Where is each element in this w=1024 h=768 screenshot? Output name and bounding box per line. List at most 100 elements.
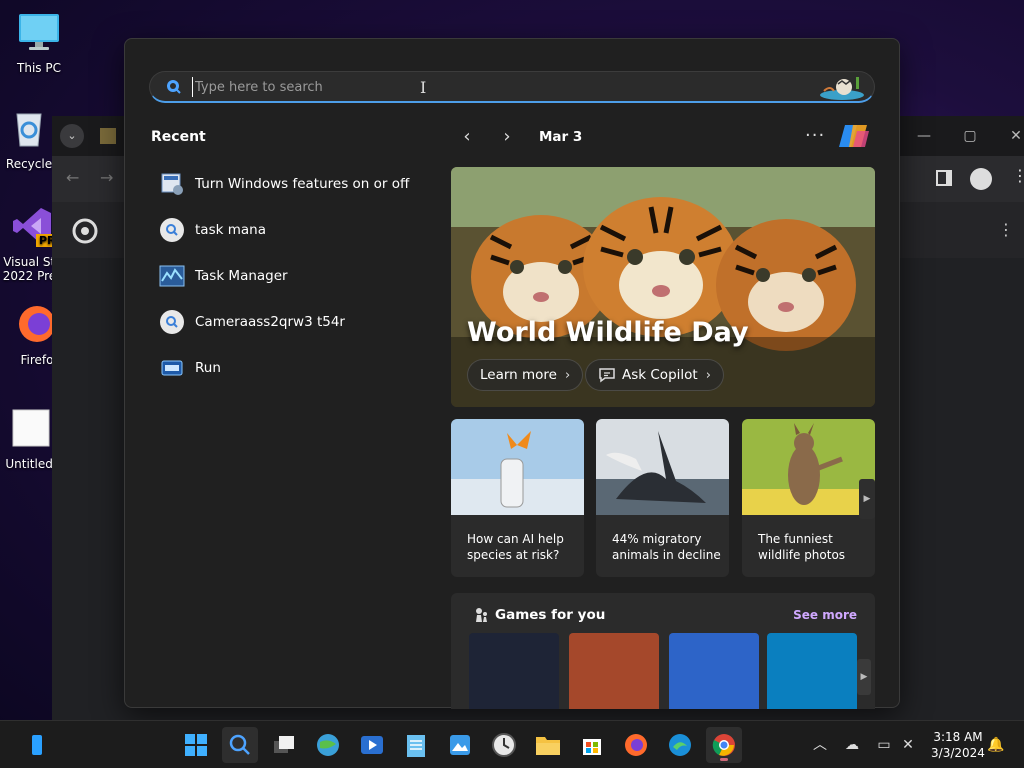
search-icon [159, 217, 185, 243]
ask-copilot-button[interactable]: Ask Copilot › [585, 359, 724, 391]
cards-next-button[interactable]: ▶ [859, 479, 875, 519]
story-caption: The funniest wildlife photos [758, 532, 846, 562]
chevron-right-icon: › [705, 367, 711, 383]
back-arrow-icon[interactable]: ← [66, 168, 79, 187]
windows-logo-icon [185, 734, 207, 756]
chrome-logo-icon [72, 218, 98, 244]
running-indicator [720, 758, 728, 761]
game-tile[interactable] [669, 633, 759, 709]
menu-kebab-icon[interactable]: ⋮ [1012, 166, 1024, 185]
globe-app-icon [317, 734, 339, 756]
ask-copilot-label: Ask Copilot [622, 367, 698, 383]
search-icon [167, 80, 181, 94]
highlights-date: Mar 3 [539, 129, 583, 145]
windows-search-panel: I Recent Turn Windows features on or off [124, 38, 900, 709]
side-panel-icon[interactable] [936, 170, 952, 186]
profile-icon[interactable] [970, 168, 992, 190]
highlights-date-nav: ‹ › Mar 3 [455, 125, 582, 149]
butterfly-robot-image [451, 419, 584, 515]
store-icon [583, 739, 601, 755]
recent-item-task-mana[interactable]: task mana [159, 207, 419, 253]
taskbar-app-explorer-globe[interactable] [310, 727, 346, 763]
task-manager-icon [159, 263, 185, 289]
tab-search-button[interactable]: ⌄ [60, 124, 84, 148]
recent-section-title: Recent [151, 129, 206, 145]
next-day-button[interactable]: › [495, 125, 519, 149]
notepad-icon [407, 735, 425, 757]
firefox-icon [625, 734, 647, 756]
document-icon [12, 409, 50, 447]
clock-icon [492, 733, 516, 757]
widgets-icon[interactable] [32, 735, 42, 755]
chess-piece-icon [476, 608, 487, 622]
system-clock[interactable]: 3:18 AM 3/3/2024 [924, 729, 992, 761]
recent-item-run[interactable]: Run [159, 345, 419, 391]
story-caption: How can AI help species at risk? [467, 532, 564, 562]
recent-item-label: Task Manager [195, 268, 288, 284]
recent-item-cameraass[interactable]: Cameraass2qrw3 t54r [159, 299, 419, 345]
game-tile[interactable] [767, 633, 857, 709]
chevron-right-icon: › [565, 367, 571, 383]
chat-bubble-icon [599, 368, 615, 383]
search-box[interactable]: I [149, 71, 875, 103]
whale-breach-image [596, 419, 729, 515]
start-button[interactable] [178, 727, 214, 763]
run-icon [159, 355, 185, 381]
taskbar-app-photos[interactable] [442, 727, 478, 763]
games-section: Games for you See more ▶ [451, 593, 875, 709]
story-card-funniest-photos[interactable]: The funniest wildlife photos [742, 419, 875, 577]
recent-item-label: Run [195, 360, 221, 376]
kangaroo-image [742, 419, 875, 515]
maximize-button[interactable]: ▢ [958, 124, 982, 148]
recent-item-windows-features[interactable]: Turn Windows features on or off [159, 161, 419, 207]
volume-muted-icon[interactable]: ✕ [898, 735, 918, 755]
task-view-button[interactable] [266, 727, 302, 763]
show-hidden-icons-chevron-up-icon[interactable]: ︿ [810, 735, 830, 755]
recent-list: Turn Windows features on or off task man… [159, 161, 419, 391]
taskbar-app-media-player[interactable] [354, 727, 390, 763]
taskbar-app-firefox[interactable] [618, 727, 654, 763]
story-card-ai-species[interactable]: How can AI help species at risk? [451, 419, 584, 577]
copilot-logo-icon[interactable] [837, 121, 871, 151]
taskbar-app-chrome[interactable] [706, 727, 742, 763]
chrome-icon [712, 734, 735, 756]
recent-item-label: Cameraass2qrw3 t54r [195, 314, 345, 330]
page-menu-kebab-icon[interactable]: ⋮ [998, 220, 1014, 239]
taskbar-app-edge[interactable] [662, 727, 698, 763]
game-tile[interactable] [569, 633, 659, 709]
clock-time: 3:18 AM [933, 730, 983, 744]
media-player-icon [361, 736, 383, 754]
previous-day-button[interactable]: ‹ [455, 125, 479, 149]
story-card-migratory[interactable]: 44% migratory animals in decline [596, 419, 729, 577]
recycle-bin-icon [16, 113, 42, 147]
learn-more-button[interactable]: Learn more › [467, 359, 584, 391]
taskbar-app-clock[interactable] [486, 727, 522, 763]
notification-bell-icon[interactable]: 🔔 [986, 735, 1006, 755]
story-caption: 44% migratory animals in decline [612, 532, 721, 562]
taskbar-app-file-explorer[interactable] [530, 727, 566, 763]
onedrive-icon[interactable]: ☁ [842, 735, 862, 755]
taskbar-search-button[interactable] [222, 727, 258, 763]
learn-more-label: Learn more [480, 367, 557, 383]
text-cursor-icon: I [420, 78, 427, 97]
minimize-button[interactable]: — [912, 124, 936, 148]
bing-daily-art-icon[interactable] [818, 75, 866, 101]
taskbar-app-notepad[interactable] [398, 727, 434, 763]
see-more-link[interactable]: See more [793, 608, 857, 622]
windows-features-icon [159, 171, 185, 197]
hero-card[interactable]: World Wildlife Day Learn more › Ask Copi… [451, 167, 875, 407]
recent-item-task-manager[interactable]: Task Manager [159, 253, 419, 299]
games-next-button[interactable]: ▶ [857, 659, 871, 695]
clock-date: 3/3/2024 [931, 746, 985, 760]
more-options-button[interactable]: ··· [805, 125, 825, 146]
forward-arrow-icon[interactable]: → [100, 168, 113, 187]
search-icon [159, 309, 185, 335]
close-window-button[interactable]: ✕ [1004, 124, 1024, 148]
network-display-icon[interactable]: ▭ [874, 735, 894, 755]
edge-icon [669, 734, 691, 756]
taskbar-app-store[interactable] [574, 727, 610, 763]
search-input[interactable] [192, 77, 792, 97]
game-tile[interactable] [469, 633, 559, 709]
recent-item-label: Turn Windows features on or off [195, 176, 410, 192]
desktop-icon-this-pc[interactable]: This PC [4, 10, 74, 75]
